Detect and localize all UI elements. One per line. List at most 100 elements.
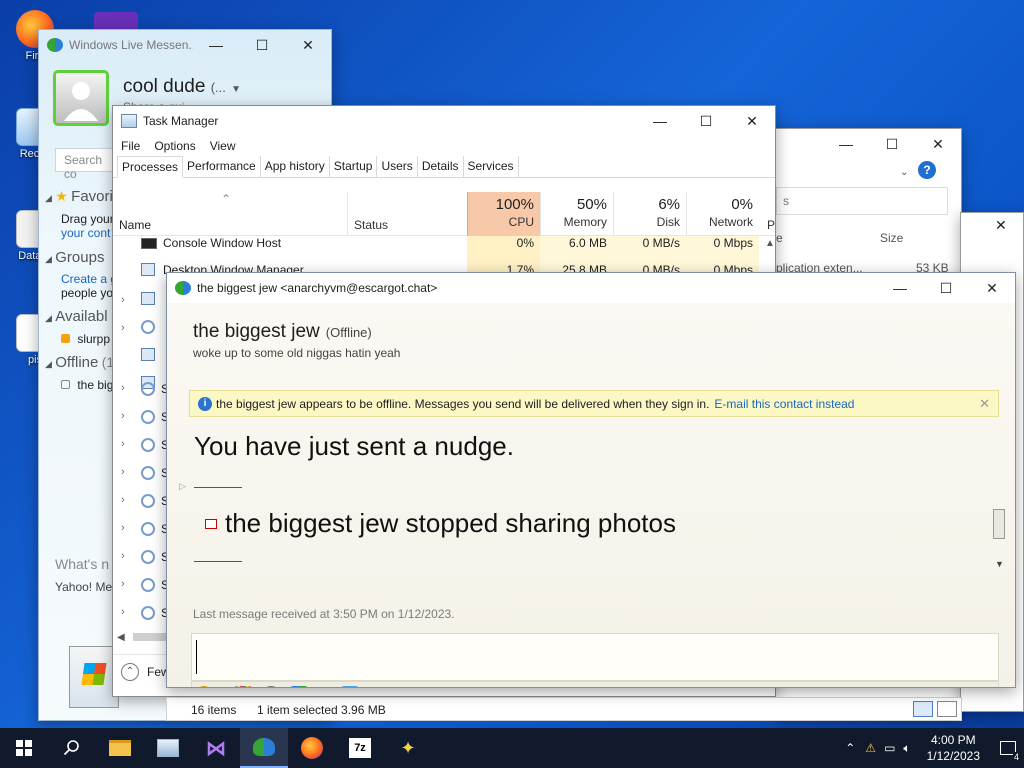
chevron-down-icon[interactable]: ⌄ — [900, 167, 908, 178]
column-header-type[interactable]: e — [776, 231, 783, 245]
message-input[interactable] — [191, 633, 999, 681]
maximize-button[interactable]: ☐ — [683, 106, 729, 136]
expand-chevron-icon[interactable]: › — [121, 522, 125, 534]
minimize-button[interactable]: — — [877, 273, 923, 303]
task-manager-titlebar[interactable]: Task Manager — ☐ ✕ — [113, 106, 775, 136]
notification-center-button[interactable]: 4 — [992, 728, 1024, 768]
taskbar-firefox[interactable] — [288, 728, 336, 768]
close-icon[interactable]: ✕ — [979, 396, 990, 412]
start-button[interactable] — [0, 728, 48, 768]
expand-chevron-icon[interactable]: › — [121, 322, 125, 334]
table-row[interactable]: › S — [121, 550, 171, 577]
maximize-button[interactable]: ☐ — [239, 30, 285, 60]
menu-view[interactable]: View — [210, 139, 236, 153]
expand-chevron-icon[interactable]: › — [121, 294, 125, 306]
contact-header[interactable]: the biggest jew (Offline) — [193, 321, 372, 343]
display-name[interactable]: cool dude (... ▼ — [123, 76, 241, 98]
table-row[interactable]: › S — [121, 438, 171, 465]
column-header-cpu[interactable]: 100% CPU — [467, 192, 540, 236]
email-contact-link[interactable]: E-mail this contact instead — [714, 397, 854, 411]
table-row[interactable]: › S — [121, 382, 171, 409]
conversation-titlebar[interactable]: the biggest jew <anarchyvm@escargot.chat… — [167, 273, 1015, 303]
maximize-button[interactable]: ☐ — [923, 273, 969, 303]
nudge-icon[interactable] — [261, 686, 280, 687]
expand-chevron-icon[interactable]: › — [121, 382, 125, 394]
search-input[interactable]: s — [776, 187, 948, 215]
table-row[interactable]: Console Window Host 0% 6.0 MB 0 MB/s 0 M… — [113, 236, 773, 263]
wink-icon[interactable] — [233, 686, 252, 687]
contact-item-slurpp[interactable]: slurpp — [61, 332, 110, 346]
column-header-name[interactable]: Name — [119, 218, 151, 232]
expand-chevron-icon[interactable]: › — [121, 410, 125, 422]
search-input[interactable]: Search co — [55, 148, 115, 181]
background-icon[interactable] — [341, 686, 360, 687]
table-row[interactable]: › S — [121, 522, 171, 549]
table-row[interactable]: › S — [121, 410, 171, 437]
collapse-icon[interactable]: ◢ — [45, 359, 52, 369]
group-header-available[interactable]: Availabl — [55, 308, 107, 325]
close-button[interactable]: ✕ — [969, 273, 1015, 303]
chevron-up-icon[interactable]: ⌃ — [839, 741, 861, 755]
horizontal-scrollbar[interactable] — [133, 633, 167, 641]
fewer-details-button[interactable]: ⌃ Few — [113, 654, 170, 690]
maximize-button[interactable]: ☐ — [869, 129, 915, 159]
emoticon-icon[interactable] — [196, 686, 212, 687]
table-row[interactable]: › S — [121, 606, 171, 633]
scrollbar-thumb[interactable] — [993, 509, 1005, 539]
tab-app-history[interactable]: App history — [261, 156, 330, 177]
help-icon[interactable]: ? — [918, 161, 936, 179]
large-icons-view-icon[interactable] — [937, 701, 957, 717]
close-button[interactable]: ✕ — [915, 129, 961, 159]
message-history[interactable]: You have just sent a nudge. the biggest … — [179, 421, 1001, 601]
minimize-button[interactable]: — — [637, 106, 683, 136]
menu-options[interactable]: Options — [154, 139, 195, 153]
expand-chevron-icon[interactable]: › — [121, 438, 125, 450]
tab-users[interactable]: Users — [377, 156, 418, 177]
tab-services[interactable]: Services — [464, 156, 519, 177]
collapse-icon[interactable]: ◢ — [45, 313, 52, 323]
details-view-icon[interactable] — [913, 701, 933, 717]
close-button[interactable]: ✕ — [285, 30, 331, 60]
tab-performance[interactable]: Performance — [183, 156, 261, 177]
font-icon[interactable]: A — [981, 686, 992, 688]
avatar[interactable] — [53, 70, 109, 126]
expand-chevron-icon[interactable]: › — [121, 578, 125, 590]
status-menu[interactable]: (... — [211, 80, 226, 95]
scroll-left-icon[interactable]: ◀ — [117, 632, 125, 643]
tab-processes[interactable]: Processes — [117, 156, 184, 178]
expand-chevron-icon[interactable]: › — [121, 550, 125, 562]
expand-chevron-icon[interactable]: › — [121, 494, 125, 506]
taskbar-wand-app[interactable]: ✦ — [384, 728, 432, 768]
column-header-power[interactable]: P — [767, 218, 775, 232]
history-scrollbar[interactable]: ▼ — [993, 453, 1007, 603]
conversation-window[interactable]: the biggest jew <anarchyvm@escargot.chat… — [166, 272, 1016, 688]
group-header-groups[interactable]: Groups — [55, 249, 104, 266]
table-row[interactable]: › S — [121, 578, 171, 605]
taskbar-task-manager[interactable] — [144, 728, 192, 768]
tab-details[interactable]: Details — [418, 156, 464, 177]
volume-icon[interactable]: 🔈︎ — [899, 741, 914, 756]
network-icon[interactable]: ▭ — [880, 741, 899, 755]
collapse-icon[interactable]: ◢ — [45, 254, 52, 264]
table-row[interactable]: › S — [121, 494, 171, 521]
favorites-link[interactable]: your cont — [61, 226, 110, 240]
taskbar-messenger[interactable] — [240, 728, 288, 768]
handwriting-icon[interactable]: ✎ — [959, 686, 971, 688]
column-header-status[interactable]: Status — [347, 192, 467, 236]
minimize-button[interactable]: — — [823, 129, 869, 159]
column-header-disk[interactable]: 6% Disk — [613, 192, 686, 236]
expand-chevron-icon[interactable]: › — [121, 466, 125, 478]
close-button[interactable]: ✕ — [729, 106, 775, 136]
messenger-titlebar[interactable]: Windows Live Messen... — ☐ ✕ — [39, 30, 331, 60]
close-button[interactable]: ✕ — [995, 217, 1007, 234]
expand-chevron-icon[interactable]: › — [121, 606, 125, 618]
group-header-favorites[interactable]: Favori — [71, 188, 113, 205]
column-header-size[interactable]: Size — [880, 231, 903, 245]
taskbar-7zip[interactable]: 7z — [336, 728, 384, 768]
minimize-button[interactable]: — — [193, 30, 239, 60]
scroll-down-icon[interactable]: ▼ — [995, 559, 1004, 569]
clock[interactable]: 4:00 PM 1/12/2023 — [915, 732, 992, 764]
taskbar-file-explorer[interactable] — [96, 728, 144, 768]
expand-arrow-icon[interactable]: ▷ — [179, 481, 186, 492]
table-row[interactable]: › S — [121, 466, 171, 493]
